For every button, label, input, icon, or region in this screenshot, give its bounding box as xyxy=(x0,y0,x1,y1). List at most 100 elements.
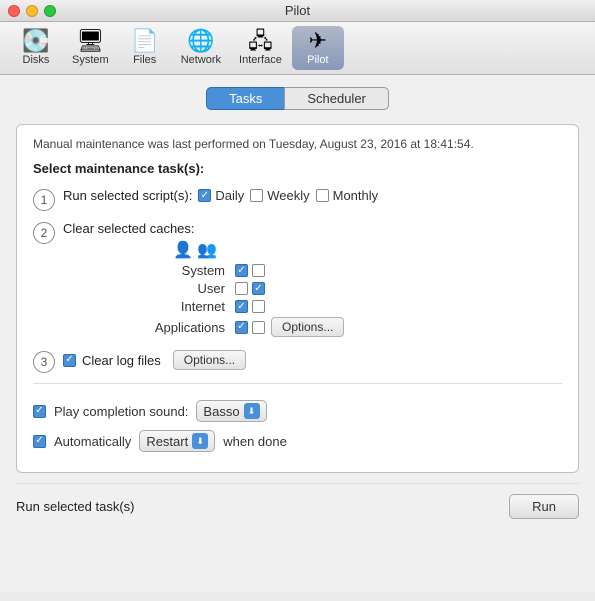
last-performed-text: Manual maintenance was last performed on… xyxy=(33,137,562,151)
task-1-inline: Run selected script(s): Daily Weekly Mon… xyxy=(63,188,562,203)
weekly-checkbox-wrap[interactable]: Weekly xyxy=(250,188,309,203)
toolbar-label-network: Network xyxy=(181,54,221,66)
task-number-3: 3 xyxy=(33,351,55,373)
weekly-label: Weekly xyxy=(267,188,309,203)
files-icon: 📄 xyxy=(131,30,158,52)
cache-section: 👤 👥 System User xyxy=(63,240,562,337)
toolbar-label-interface: Interface xyxy=(239,54,282,66)
task-2-content: Clear selected caches: 👤 👥 System xyxy=(63,221,562,340)
monthly-label: Monthly xyxy=(333,188,379,203)
daily-checkbox-wrap[interactable]: Daily xyxy=(198,188,244,203)
internet-single-checkbox[interactable] xyxy=(235,300,248,313)
toolbar: 💽 Disks 🖥 System 📄 Files 🌐 Network 🖧 Int… xyxy=(0,22,595,75)
segmented-control: Tasks Scheduler xyxy=(16,87,579,110)
toolbar-item-interface[interactable]: 🖧 Interface xyxy=(231,26,290,70)
task-2-header: Clear selected caches: xyxy=(63,221,562,236)
cache-label-user: User xyxy=(63,281,235,296)
clear-log-checkbox-wrap[interactable] xyxy=(63,354,76,367)
task-2-label: Clear selected caches: xyxy=(63,221,195,236)
weekly-checkbox[interactable] xyxy=(250,189,263,202)
task3-options-button[interactable]: Options... xyxy=(173,350,246,370)
run-selected-label: Run selected task(s) xyxy=(16,499,135,514)
close-button[interactable] xyxy=(8,5,20,17)
task-number-2: 2 xyxy=(33,222,55,244)
action-value: Restart xyxy=(146,434,188,449)
task-1-content: Run selected script(s): Daily Weekly Mon… xyxy=(63,188,562,203)
sound-value: Basso xyxy=(203,404,239,419)
pilot-icon: ✈ xyxy=(309,30,327,52)
user-group-checkbox[interactable] xyxy=(252,282,265,295)
applications-options-button[interactable]: Options... xyxy=(271,317,344,337)
toolbar-label-files: Files xyxy=(133,54,156,66)
task-1-label: Run selected script(s): xyxy=(63,188,192,203)
run-button[interactable]: Run xyxy=(509,494,579,519)
auto-label: Automatically xyxy=(54,434,131,449)
play-sound-row: Play completion sound: Basso ⬇ xyxy=(33,400,562,422)
cache-row-applications: Applications Options... xyxy=(63,317,562,337)
cache-checks-system xyxy=(235,264,265,277)
auto-action-checkbox-wrap[interactable] xyxy=(33,435,46,448)
task-3-inline: Clear log files Options... xyxy=(63,350,562,370)
play-sound-checkbox[interactable] xyxy=(33,405,46,418)
divider-1 xyxy=(33,383,562,384)
system-single-checkbox[interactable] xyxy=(235,264,248,277)
toolbar-label-system: System xyxy=(72,54,109,66)
play-sound-label: Play completion sound: xyxy=(54,404,188,419)
daily-checkbox[interactable] xyxy=(198,189,211,202)
system-group-checkbox[interactable] xyxy=(252,264,265,277)
task-3-label: Clear log files xyxy=(82,353,161,368)
interface-icon: 🖧 xyxy=(248,30,273,52)
monthly-checkbox[interactable] xyxy=(316,189,329,202)
window-title: Pilot xyxy=(285,3,310,18)
task-row-2: 2 Clear selected caches: 👤 👥 System xyxy=(33,221,562,340)
clear-log-checkbox[interactable] xyxy=(63,354,76,367)
tab-scheduler[interactable]: Scheduler xyxy=(284,87,389,110)
toolbar-item-system[interactable]: 🖥 System xyxy=(64,26,117,70)
cache-row-user: User xyxy=(63,281,562,296)
action-select[interactable]: Restart ⬇ xyxy=(139,430,215,452)
window-controls[interactable] xyxy=(8,5,56,17)
maximize-button[interactable] xyxy=(44,5,56,17)
minimize-button[interactable] xyxy=(26,5,38,17)
select-maintenance-label: Select maintenance task(s): xyxy=(33,161,562,176)
task-row-3: 3 Clear log files Options... xyxy=(33,350,562,373)
titlebar: Pilot xyxy=(0,0,595,22)
applications-single-checkbox[interactable] xyxy=(235,321,248,334)
run-bar: Run selected task(s) Run xyxy=(16,483,579,519)
auto-action-checkbox[interactable] xyxy=(33,435,46,448)
group-users-icon: 👥 xyxy=(195,240,219,260)
cache-checks-applications xyxy=(235,321,265,334)
tab-tasks[interactable]: Tasks xyxy=(206,87,284,110)
cache-checks-user xyxy=(235,282,265,295)
cache-label-system: System xyxy=(63,263,235,278)
task-number-1: 1 xyxy=(33,189,55,211)
internet-group-checkbox[interactable] xyxy=(252,300,265,313)
action-select-arrow: ⬇ xyxy=(192,433,208,449)
user-single-checkbox[interactable] xyxy=(235,282,248,295)
toolbar-label-pilot: Pilot xyxy=(307,54,328,66)
task-row-1: 1 Run selected script(s): Daily Weekly M… xyxy=(33,188,562,211)
bottom-controls: Play completion sound: Basso ⬇ Automatic… xyxy=(33,392,562,452)
cache-label-applications: Applications xyxy=(63,320,235,335)
sound-select[interactable]: Basso ⬇ xyxy=(196,400,266,422)
toolbar-label-disks: Disks xyxy=(23,54,50,66)
system-icon: 🖥 xyxy=(76,30,104,52)
single-user-icon: 👤 xyxy=(171,240,195,260)
when-done-label: when done xyxy=(223,434,287,449)
task-3-content: Clear log files Options... xyxy=(63,350,562,370)
toolbar-item-disks[interactable]: 💽 Disks xyxy=(10,26,62,70)
cache-row-system: System xyxy=(63,263,562,278)
play-sound-checkbox-wrap[interactable] xyxy=(33,405,46,418)
toolbar-item-files[interactable]: 📄 Files xyxy=(119,26,171,70)
cache-checks-internet xyxy=(235,300,265,313)
auto-action-row: Automatically Restart ⬇ when done xyxy=(33,430,562,452)
toolbar-item-pilot[interactable]: ✈ Pilot xyxy=(292,26,344,70)
cache-row-internet: Internet xyxy=(63,299,562,314)
toolbar-item-network[interactable]: 🌐 Network xyxy=(173,26,229,70)
disks-icon: 💽 xyxy=(22,30,49,52)
content-area: Tasks Scheduler Manual maintenance was l… xyxy=(0,75,595,592)
network-icon: 🌐 xyxy=(187,30,214,52)
daily-label: Daily xyxy=(215,188,244,203)
applications-group-checkbox[interactable] xyxy=(252,321,265,334)
monthly-checkbox-wrap[interactable]: Monthly xyxy=(316,188,379,203)
